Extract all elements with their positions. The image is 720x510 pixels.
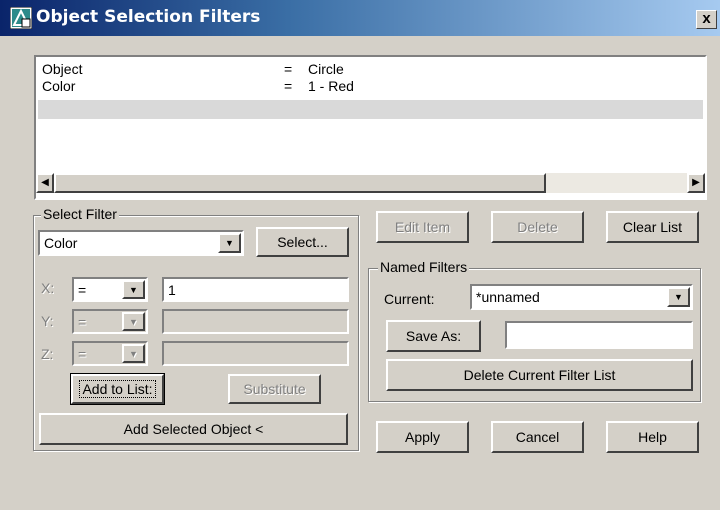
- delete-current-filter-list-button[interactable]: Delete Current Filter List: [386, 359, 693, 391]
- scroll-left-icon: ◀: [41, 177, 49, 188]
- x-operator-combo[interactable]: = ▼: [72, 277, 148, 302]
- window-title: Object Selection Filters: [36, 7, 261, 27]
- cancel-button[interactable]: Cancel: [491, 421, 584, 453]
- apply-label: Apply: [404, 429, 441, 445]
- add-selected-object-label: Add Selected Object <: [123, 421, 264, 437]
- list-item-op: =: [284, 61, 293, 77]
- edit-item-label: Edit Item: [394, 219, 451, 235]
- substitute-label: Substitute: [243, 381, 306, 397]
- z-operator-value: =: [78, 346, 87, 362]
- save-as-field[interactable]: [505, 321, 693, 349]
- current-filter-value: *unnamed: [476, 289, 540, 305]
- z-value-field: [162, 341, 349, 366]
- y-operator-value: =: [78, 314, 87, 330]
- current-filter-combo[interactable]: *unnamed ▼: [470, 284, 693, 310]
- edit-item-button: Edit Item: [376, 211, 469, 243]
- scroll-right-button[interactable]: ▶: [687, 173, 705, 193]
- list-item-blank[interactable]: [38, 100, 703, 119]
- select-button-label: Select...: [277, 234, 328, 250]
- delete-current-filter-list-label: Delete Current Filter List: [463, 367, 616, 383]
- filter-list[interactable]: Object = Circle Color = 1 - Red ◀ ▶: [34, 55, 707, 200]
- delete-button: Delete: [491, 211, 584, 243]
- y-value-field: [162, 309, 349, 334]
- select-filter-label: Select Filter: [41, 206, 119, 222]
- apply-button[interactable]: Apply: [376, 421, 469, 453]
- list-item-value: 1 - Red: [308, 78, 354, 94]
- add-to-list-button[interactable]: Add to List:: [70, 373, 165, 405]
- filter-type-combo[interactable]: Color ▼: [38, 230, 244, 256]
- chevron-down-icon: ▼: [122, 344, 145, 363]
- z-operator-combo: = ▼: [72, 341, 148, 366]
- y-operator-combo: = ▼: [72, 309, 148, 334]
- scroll-left-button[interactable]: ◀: [36, 173, 54, 193]
- list-item[interactable]: Object = Circle: [40, 61, 700, 78]
- chevron-down-icon[interactable]: ▼: [667, 287, 690, 307]
- y-label: Y:: [41, 313, 54, 329]
- scroll-thumb[interactable]: [54, 173, 546, 193]
- named-filters-label: Named Filters: [378, 259, 470, 275]
- select-button[interactable]: Select...: [256, 227, 349, 257]
- current-label: Current:: [384, 291, 435, 307]
- scroll-right-icon: ▶: [692, 177, 700, 188]
- horizontal-scrollbar[interactable]: ◀ ▶: [36, 173, 705, 193]
- chevron-down-icon: ▼: [122, 312, 145, 331]
- add-selected-object-button[interactable]: Add Selected Object <: [39, 413, 348, 445]
- x-value-field[interactable]: 1: [162, 277, 349, 302]
- list-item-name: Color: [42, 78, 76, 94]
- x-value-text: 1: [168, 282, 176, 298]
- filter-app-icon: [10, 7, 32, 29]
- delete-label: Delete: [517, 219, 558, 235]
- clear-list-label: Clear List: [622, 219, 683, 235]
- list-item-op: =: [284, 78, 293, 94]
- filter-type-value: Color: [44, 235, 78, 251]
- x-operator-value: =: [78, 282, 87, 298]
- substitute-button: Substitute: [228, 374, 321, 404]
- close-button[interactable]: x: [696, 10, 717, 29]
- chevron-down-icon[interactable]: ▼: [218, 233, 241, 253]
- x-label: X:: [41, 280, 55, 296]
- help-button[interactable]: Help: [606, 421, 699, 453]
- z-label: Z:: [41, 346, 54, 362]
- close-icon: x: [702, 10, 711, 27]
- chevron-down-icon[interactable]: ▼: [122, 280, 145, 299]
- save-as-button[interactable]: Save As:: [386, 320, 481, 352]
- list-item-value: Circle: [308, 61, 344, 77]
- clear-list-button[interactable]: Clear List: [606, 211, 699, 243]
- cancel-label: Cancel: [515, 429, 560, 445]
- list-item[interactable]: Color = 1 - Red: [40, 78, 700, 95]
- add-to-list-label: Add to List:: [79, 380, 156, 398]
- save-as-label: Save As:: [405, 328, 462, 344]
- help-label: Help: [638, 429, 667, 445]
- list-item-name: Object: [42, 61, 83, 77]
